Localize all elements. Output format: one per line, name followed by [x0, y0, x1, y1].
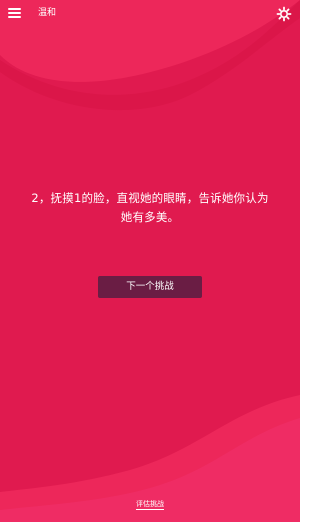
settings-gear-icon[interactable] — [276, 6, 292, 22]
background-waves — [0, 0, 300, 522]
hamburger-menu-icon[interactable] — [8, 8, 21, 19]
rate-challenge-link[interactable]: 评估挑战 — [136, 500, 164, 510]
rate-challenge-container: 评估挑战 — [0, 499, 300, 510]
challenge-text: 2，抚摸1的脸，直视她的眼睛，告诉她你认为她有多美。 — [31, 191, 269, 224]
app-screen: 温和 2，抚摸1的脸，直视她的眼睛，告诉她你认为她有多美。 下一个挑战 评估挑战 — [0, 0, 300, 522]
mode-label: 温和 — [38, 8, 57, 18]
top-bar: 温和 — [0, 0, 300, 28]
next-challenge-button[interactable]: 下一个挑战 — [98, 276, 202, 298]
